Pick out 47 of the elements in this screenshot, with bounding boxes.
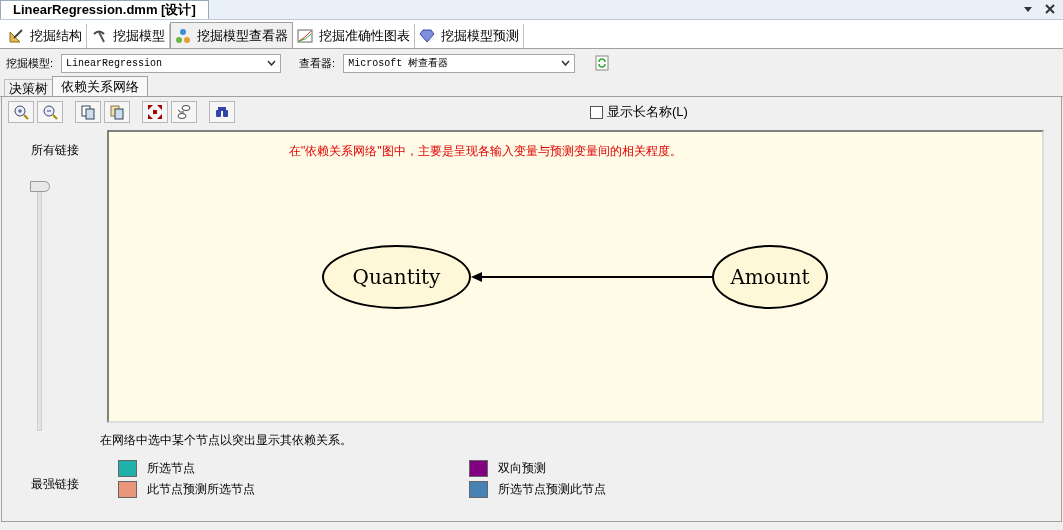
fit-button[interactable] (142, 101, 168, 123)
designer-tab[interactable]: 挖掘准确性图表 (293, 24, 415, 48)
refresh-icon[interactable] (595, 55, 610, 71)
copy-button[interactable] (75, 101, 101, 123)
legend-label: 所选节点 (147, 460, 195, 477)
legend-label: 双向预测 (498, 460, 546, 477)
close-icon[interactable] (1045, 4, 1055, 14)
slider-bottom-label: 最强链接 (30, 476, 79, 493)
long-names-checkbox[interactable]: 显示长名称(L) (590, 102, 688, 122)
zoom-out-button[interactable] (37, 101, 63, 123)
copy-icon (80, 104, 96, 120)
network-icon (175, 27, 191, 44)
chart-icon (297, 28, 313, 44)
expand-arrows-icon (147, 104, 163, 120)
chevron-down-icon (561, 60, 571, 66)
zoom-in-icon (13, 104, 29, 120)
designer-tab[interactable]: 挖掘模型预测 (415, 24, 524, 48)
designer-tab[interactable]: 挖掘模型查看器 (170, 22, 293, 48)
diamond-icon (419, 28, 435, 44)
pickaxe-icon (91, 28, 107, 44)
layout-button[interactable] (171, 101, 197, 123)
model-select[interactable]: LinearRegression (61, 53, 282, 73)
canvas-hint: 在"依赖关系网络"图中，主要是呈现各输入变量与预测变量间的相关程度。 (289, 143, 682, 160)
link-strength-slider[interactable] (29, 181, 50, 431)
find-button[interactable] (209, 101, 235, 123)
nodes-icon (176, 104, 192, 120)
viewer-select[interactable]: Microsoft 树查看器 (343, 53, 576, 73)
designer-tab[interactable]: 挖掘结构 (4, 24, 87, 48)
dependency-canvas[interactable]: 在"依赖关系网络"图中，主要是呈现各输入变量与预测变量间的相关程度。 Quantity Amount (107, 130, 1044, 423)
chevron-down-icon (267, 60, 277, 66)
ruler-pencil-icon (8, 28, 24, 44)
slider-top-label: 所有链接 (30, 142, 79, 159)
graph-node[interactable]: Quantity (322, 245, 471, 309)
view-tab[interactable]: 依赖关系网络 (52, 76, 148, 96)
document-tab[interactable]: LinearRegression.dmm [设计] (0, 0, 209, 19)
legend-label: 此节点预测所选节点 (147, 481, 255, 498)
instruction-text: 在网络中选中某个节点以突出显示其依赖关系。 (100, 432, 353, 449)
copy-icon (109, 104, 125, 120)
zoom-out-icon (42, 104, 58, 120)
legend-label: 所选节点预测此节点 (498, 481, 606, 498)
paste-button[interactable] (104, 101, 130, 123)
graph-node[interactable]: Amount (712, 245, 828, 309)
binoculars-icon (215, 106, 229, 118)
model-label: 挖掘模型: (6, 55, 54, 71)
viewer-label: 查看器: (299, 55, 336, 71)
dropdown-icon[interactable] (1023, 4, 1033, 14)
zoom-in-button[interactable] (8, 101, 34, 123)
